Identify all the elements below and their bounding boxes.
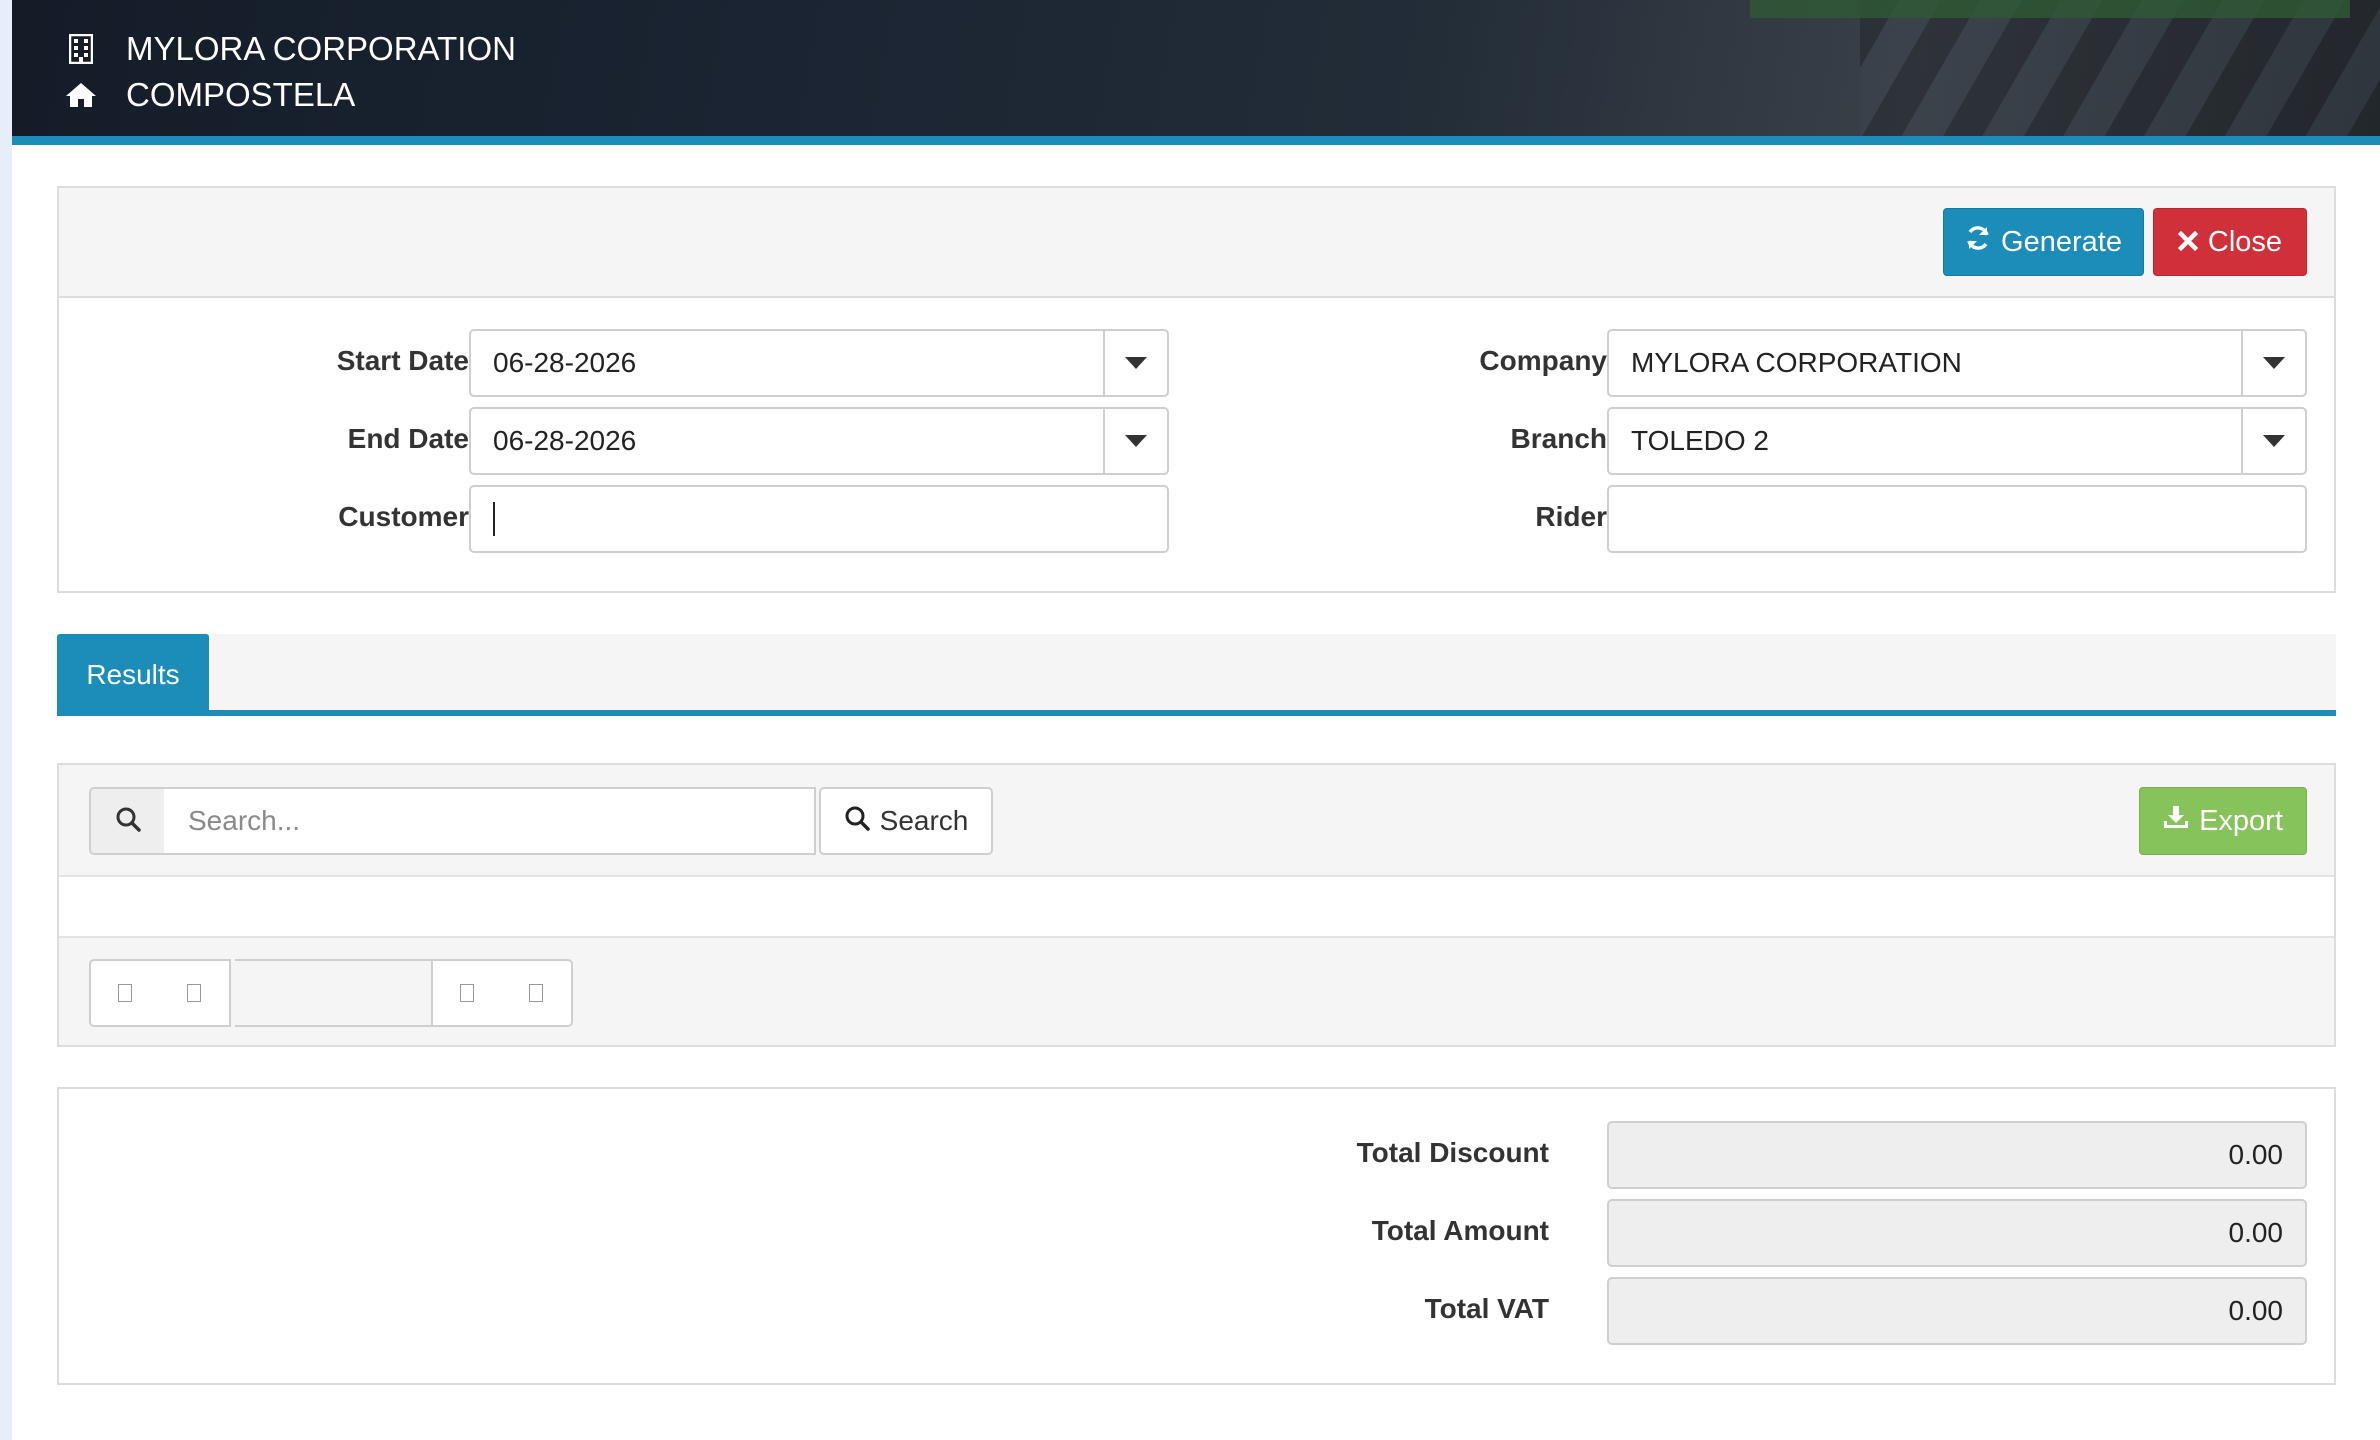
total-discount-value: 0.00 [2228, 1139, 2284, 1170]
caret-down-icon [2263, 357, 2285, 369]
close-icon [2177, 226, 2199, 259]
generate-button-label: Generate [2001, 225, 2122, 258]
search-addon [89, 787, 166, 855]
page-header: MYLORA CORPORATION COMPOSTELA [12, 0, 2380, 145]
caret-down-icon [2263, 435, 2285, 447]
total-vat-label: Total VAT [1424, 1293, 1549, 1324]
download-icon [2163, 804, 2189, 838]
total-discount-field: 0.00 [1607, 1121, 2307, 1189]
end-date-dropdown-toggle[interactable] [1103, 409, 1167, 473]
end-date-field[interactable]: 06-28-2026 [469, 407, 1169, 475]
start-date-field[interactable]: 06-28-2026 [469, 329, 1169, 397]
search-icon [115, 806, 141, 837]
company-value: MYLORA CORPORATION [1631, 347, 1962, 378]
results-toolbar: Search Export [59, 765, 2334, 877]
total-amount-value: 0.00 [2228, 1217, 2284, 1248]
close-button[interactable]: Close [2153, 208, 2307, 276]
close-button-label: Close [2207, 225, 2283, 258]
previous-page-button[interactable] [159, 959, 231, 1027]
company-dropdown-toggle[interactable] [2241, 331, 2305, 395]
first-page-button[interactable] [89, 959, 161, 1027]
branch-label: Branch [1510, 423, 1607, 454]
start-date-value: 06-28-2026 [493, 347, 637, 378]
company-select[interactable]: MYLORA CORPORATION [1607, 329, 2307, 397]
branch-value: TOLEDO 2 [1631, 425, 1769, 456]
caret-down-icon [1125, 435, 1147, 447]
search-button[interactable]: Search [819, 787, 993, 855]
results-panel: Search Export [57, 763, 2336, 1047]
total-vat-value: 0.00 [2228, 1295, 2284, 1326]
total-amount-label: Total Amount [1371, 1215, 1549, 1246]
last-page-icon [529, 984, 543, 1002]
export-button[interactable]: Export [2139, 787, 2307, 855]
refresh-icon [1965, 225, 1991, 259]
search-icon [844, 805, 870, 838]
branch-dropdown-toggle[interactable] [2241, 409, 2305, 473]
search-input[interactable] [164, 787, 816, 855]
start-date-dropdown-toggle[interactable] [1103, 331, 1167, 395]
customer-field[interactable] [469, 485, 1169, 553]
next-page-button[interactable] [431, 959, 503, 1027]
header-accent [1750, 0, 2350, 18]
rider-label: Rider [1535, 501, 1607, 532]
generate-button[interactable]: Generate [1943, 208, 2144, 276]
page-indicator [235, 959, 433, 1027]
export-button-label: Export [2199, 804, 2283, 837]
header-branch-row: COMPOSTELA [62, 76, 355, 114]
total-discount-label: Total Discount [1356, 1137, 1549, 1168]
results-table-area [59, 877, 2334, 938]
filter-panel: Generate Close Start Date 06-28-2026 End… [57, 186, 2336, 593]
previous-page-icon [187, 984, 201, 1002]
first-page-icon [118, 984, 132, 1002]
start-date-label: Start Date [336, 345, 469, 376]
total-amount-field: 0.00 [1607, 1199, 2307, 1267]
last-page-button[interactable] [501, 959, 573, 1027]
left-edge-strip [0, 0, 12, 1440]
end-date-value: 06-28-2026 [493, 425, 637, 456]
home-icon [62, 82, 100, 108]
pagination-bar [59, 938, 2334, 1045]
tabs-bar: Results [57, 634, 2336, 716]
totals-panel: Total Discount 0.00 Total Amount 0.00 To… [57, 1087, 2336, 1385]
total-vat-field: 0.00 [1607, 1277, 2307, 1345]
branch-select[interactable]: TOLEDO 2 [1607, 407, 2307, 475]
tab-results[interactable]: Results [57, 634, 209, 716]
customer-label: Customer [338, 501, 469, 532]
text-cursor [493, 502, 495, 536]
caret-down-icon [1125, 357, 1147, 369]
rider-field[interactable] [1607, 485, 2307, 553]
header-company-row: MYLORA CORPORATION [62, 30, 516, 68]
search-button-label: Search [879, 805, 969, 836]
company-label: Company [1479, 345, 1607, 376]
header-company-name: MYLORA CORPORATION [126, 30, 516, 67]
next-page-icon [460, 984, 474, 1002]
building-icon [62, 34, 100, 64]
filter-toolbar: Generate Close [59, 188, 2334, 298]
header-background-image [1860, 0, 2380, 136]
header-branch-name: COMPOSTELA [126, 76, 356, 113]
end-date-label: End Date [347, 423, 469, 454]
